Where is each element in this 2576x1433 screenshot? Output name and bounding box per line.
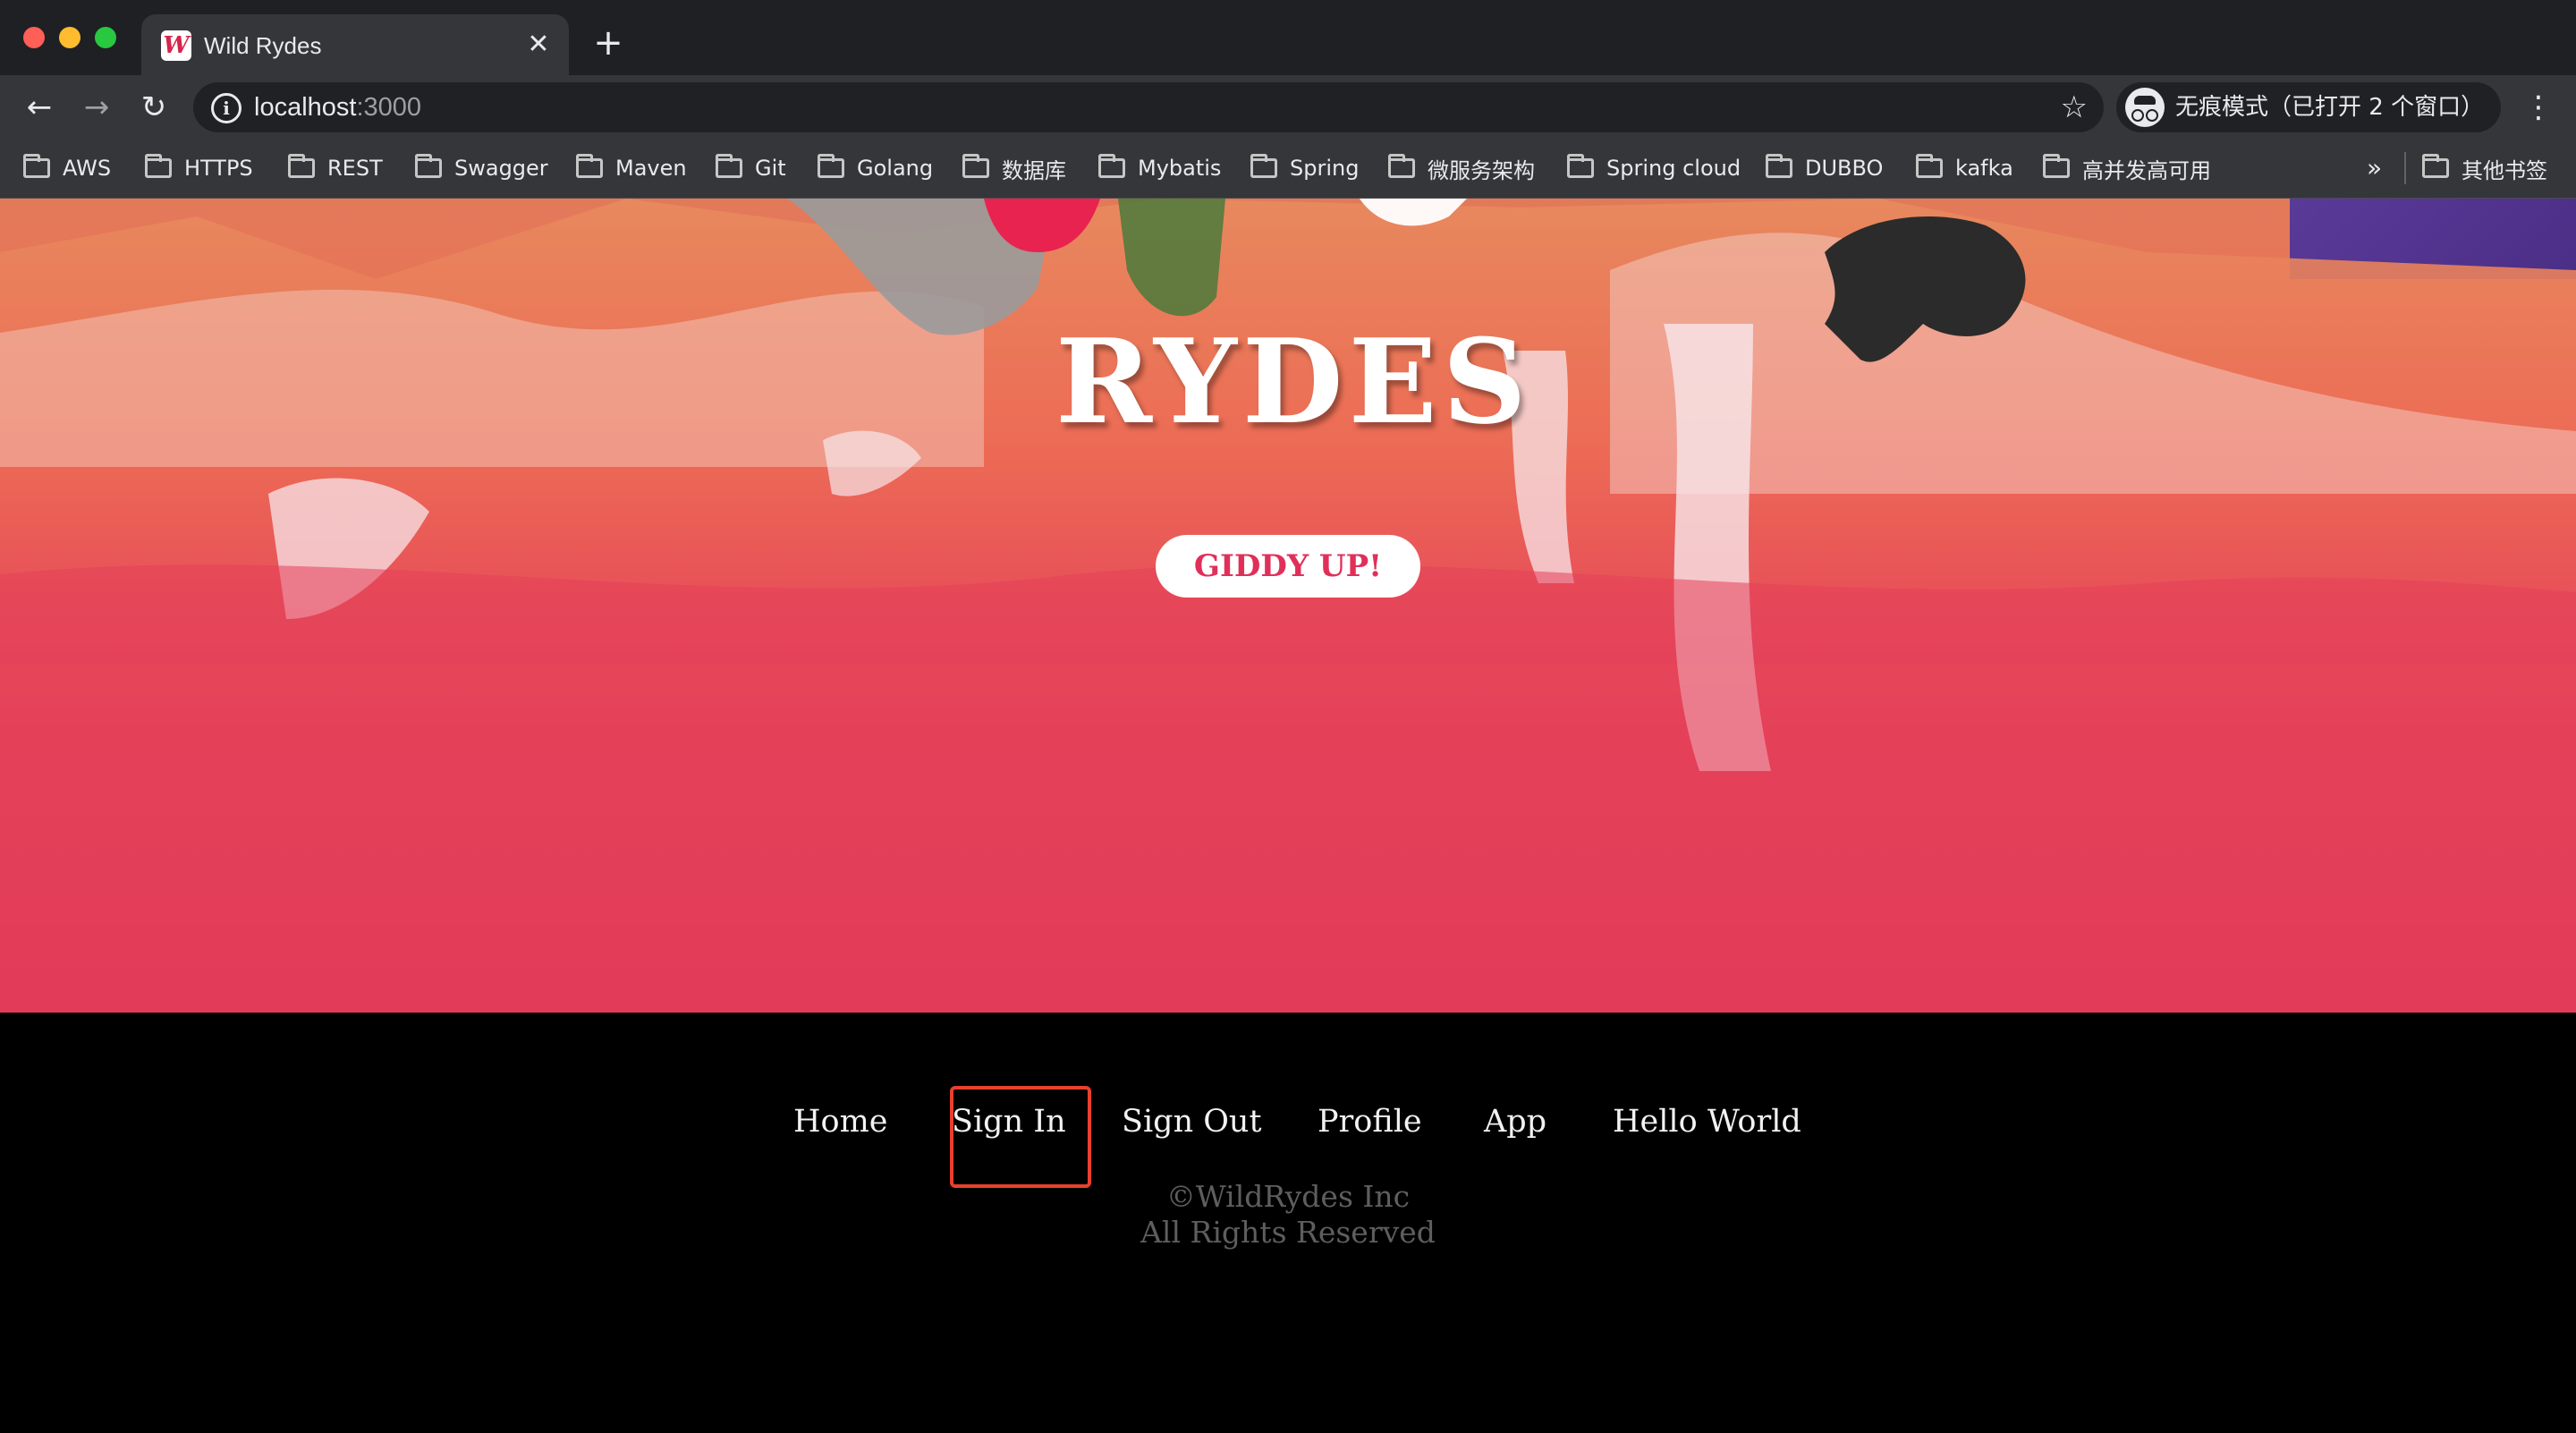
footer-link-sign-out[interactable]: Sign Out	[1122, 1102, 1262, 1141]
bookmark-folder-database[interactable]: 数据库	[962, 140, 1066, 197]
bookmark-label: HTTPS	[184, 156, 253, 181]
folder-icon	[1766, 154, 1792, 178]
reload-button[interactable]: ↻	[134, 88, 174, 127]
folder-icon	[145, 154, 172, 178]
bookmark-label: kafka	[1955, 156, 2013, 181]
folder-icon	[818, 154, 844, 178]
tab-title: Wild Rydes	[204, 32, 322, 59]
url-text[interactable]: localhost:3000	[254, 91, 421, 123]
footer-link-home[interactable]: Home	[793, 1102, 888, 1141]
bookmark-label: Maven	[615, 156, 687, 181]
minimize-window-button[interactable]	[59, 27, 80, 48]
site-info-icon[interactable]: i	[211, 93, 242, 123]
folder-icon	[576, 154, 603, 178]
bookmark-folder-rest[interactable]: REST	[288, 140, 383, 197]
bookmarks-bar: AWS HTTPS REST Swagger Maven Git Golang …	[0, 140, 2576, 199]
bookmark-folder-golang[interactable]: Golang	[818, 140, 933, 197]
bookmark-folder-mybatis[interactable]: Mybatis	[1098, 140, 1221, 197]
bookmark-folder-maven[interactable]: Maven	[576, 140, 687, 197]
footer-link-hello-world[interactable]: Hello World	[1613, 1102, 1801, 1141]
incognito-icon	[2125, 88, 2165, 127]
folder-icon	[962, 154, 989, 178]
tab-wild-rydes[interactable]: W Wild Rydes ✕	[141, 14, 569, 75]
url-host: localhost	[254, 93, 357, 122]
url-port: :3000	[356, 93, 422, 122]
more-bookmarks-chevron-icon[interactable]: »	[2367, 150, 2382, 186]
bookmark-label: 其他书签	[2462, 157, 2547, 183]
bookmark-folder-spring[interactable]: Spring	[1250, 140, 1359, 197]
bookmark-label: Git	[755, 156, 786, 181]
bookmark-label: Swagger	[454, 156, 548, 181]
bookmark-folder-other[interactable]: 其他书签	[2422, 140, 2547, 197]
bookmark-folder-microservices[interactable]: 微服务架构	[1388, 140, 1535, 197]
bookmark-label: Golang	[857, 156, 934, 181]
close-window-button[interactable]	[23, 27, 45, 48]
copyright-notice: ©WildRydes Inc All Rights Reserved	[1020, 1179, 1556, 1251]
folder-icon	[23, 154, 50, 178]
bookmark-folder-https[interactable]: HTTPS	[145, 140, 253, 197]
close-tab-icon[interactable]: ✕	[522, 29, 555, 61]
folder-icon	[2043, 154, 2070, 178]
bookmark-folder-aws[interactable]: AWS	[23, 140, 111, 197]
folder-icon	[1388, 154, 1415, 178]
folder-icon	[415, 154, 442, 178]
site-footer: Home Sign In Sign Out Profile App Hello …	[0, 1013, 2576, 1433]
bookmarks-divider	[2404, 152, 2406, 184]
bookmark-label: DUBBO	[1805, 156, 1884, 181]
new-tab-button[interactable]: +	[590, 25, 626, 61]
bookmark-label: AWS	[63, 156, 112, 181]
browser-menu-icon[interactable]: ⋮	[2521, 88, 2556, 127]
address-bar[interactable]: i localhost:3000 ☆	[193, 82, 2104, 132]
bookmark-folder-git[interactable]: Git	[716, 140, 786, 197]
bookmark-folder-dubbo[interactable]: DUBBO	[1766, 140, 1883, 197]
hero-banner: RYDES GIDDY UP!	[0, 199, 2576, 1013]
folder-icon	[1098, 154, 1125, 178]
bookmark-folder-spring-cloud[interactable]: Spring cloud	[1567, 140, 1741, 197]
bookmark-label: 数据库	[1002, 157, 1066, 183]
maximize-window-button[interactable]	[95, 27, 116, 48]
bookmark-label: Mybatis	[1138, 156, 1222, 181]
incognito-indicator[interactable]: 无痕模式（已打开 2 个窗口）	[2116, 82, 2501, 132]
footer-link-app[interactable]: App	[1484, 1102, 1546, 1141]
folder-icon	[288, 154, 315, 178]
copyright-line-2: All Rights Reserved	[1140, 1215, 1436, 1250]
browser-toolbar: ← → ↻ i localhost:3000 ☆ 无痕模式（已打开 2 个窗口）…	[0, 75, 2576, 140]
bookmark-star-icon[interactable]: ☆	[2061, 89, 2088, 125]
bookmark-label: Spring cloud	[1606, 156, 1741, 181]
bookmark-label: 高并发高可用	[2082, 157, 2211, 183]
bookmark-folder-kafka[interactable]: kafka	[1916, 140, 2013, 197]
footer-link-profile[interactable]: Profile	[1318, 1102, 1422, 1141]
folder-icon	[2422, 154, 2449, 178]
wild-rydes-favicon-icon: W	[161, 30, 191, 61]
folder-icon	[1250, 154, 1277, 178]
hero-title: RYDES	[1055, 313, 1532, 450]
bookmark-label: REST	[327, 156, 383, 181]
bookmark-label: 微服务架构	[1428, 157, 1535, 183]
folder-icon	[1916, 154, 1943, 178]
bookmark-label: Spring	[1290, 156, 1360, 181]
sign-in-highlight-box	[950, 1086, 1091, 1188]
tab-strip: W Wild Rydes ✕ +	[0, 0, 2576, 75]
folder-icon	[1567, 154, 1594, 178]
bookmark-folder-swagger[interactable]: Swagger	[415, 140, 548, 197]
folder-icon	[716, 154, 742, 178]
incognito-label: 无痕模式（已打开 2 个窗口）	[2175, 94, 2485, 121]
copyright-line-1: ©WildRydes Inc	[1165, 1179, 1411, 1214]
forward-button[interactable]: →	[77, 88, 116, 127]
bookmark-folder-high-concurrency[interactable]: 高并发高可用	[2043, 140, 2211, 197]
back-button[interactable]: ←	[20, 88, 59, 127]
giddy-up-button[interactable]: GIDDY UP!	[1156, 535, 1420, 598]
